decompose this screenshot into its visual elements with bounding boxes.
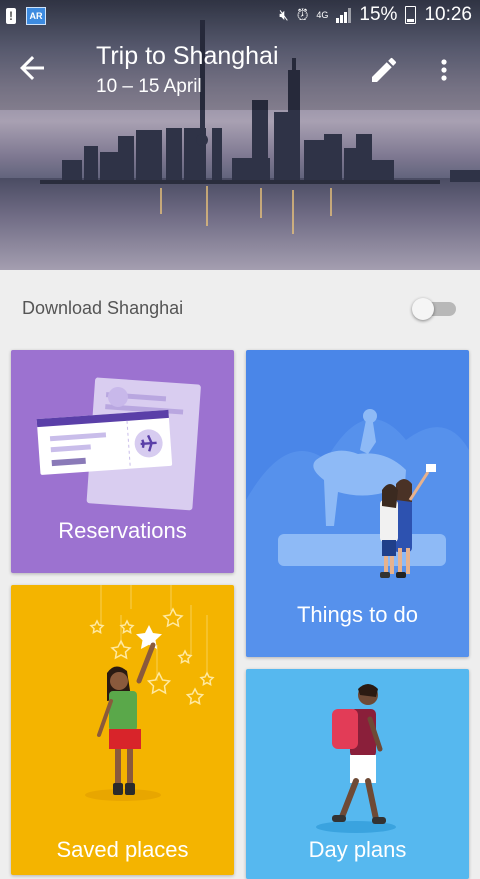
toggle-thumb [412, 298, 434, 320]
alert-icon: ! [6, 8, 16, 24]
reservations-label: Reservations [58, 518, 187, 543]
alarm-icon: ⏰︎ [296, 6, 309, 24]
arrow-left-icon[interactable] [14, 50, 50, 86]
more-vert-icon[interactable] [432, 54, 456, 86]
battery-icon [405, 6, 417, 24]
app-toolbar: Trip to Shanghai 10 – 15 April [0, 36, 480, 106]
trip-dates: 10 – 15 April [96, 76, 202, 97]
download-row: Download Shanghai [0, 270, 480, 342]
ar-app-icon: AR [26, 7, 46, 25]
pencil-icon[interactable] [368, 54, 400, 86]
download-toggle[interactable] [412, 298, 456, 320]
reservations-card[interactable]: Reservations [11, 350, 234, 573]
trip-title: Trip to Shanghai [96, 42, 279, 70]
clock: 10:26 [424, 4, 472, 25]
things-to-do-label: Things to do [296, 602, 419, 627]
day-plans-card[interactable]: Day plans [246, 669, 469, 879]
things-to-do-card[interactable]: Things to do [246, 350, 469, 657]
trip-header: ! AR 🔇︎ ⏰︎ 4G 15% 10:26 Trip to Shanghai… [0, 0, 480, 270]
battery-percent: 15% [359, 4, 398, 25]
status-bar: ! AR 🔇︎ ⏰︎ 4G 15% 10:26 [0, 0, 480, 32]
saved-places-label: Saved places [56, 837, 189, 862]
network-type-label: 4G [316, 9, 329, 20]
stars-illustration [85, 585, 215, 801]
mute-icon: 🔇︎ [279, 6, 289, 24]
saved-places-card[interactable]: Saved places [11, 585, 234, 875]
signal-icon [336, 7, 352, 23]
download-label: Download Shanghai [22, 298, 184, 318]
day-plans-label: Day plans [308, 837, 407, 862]
